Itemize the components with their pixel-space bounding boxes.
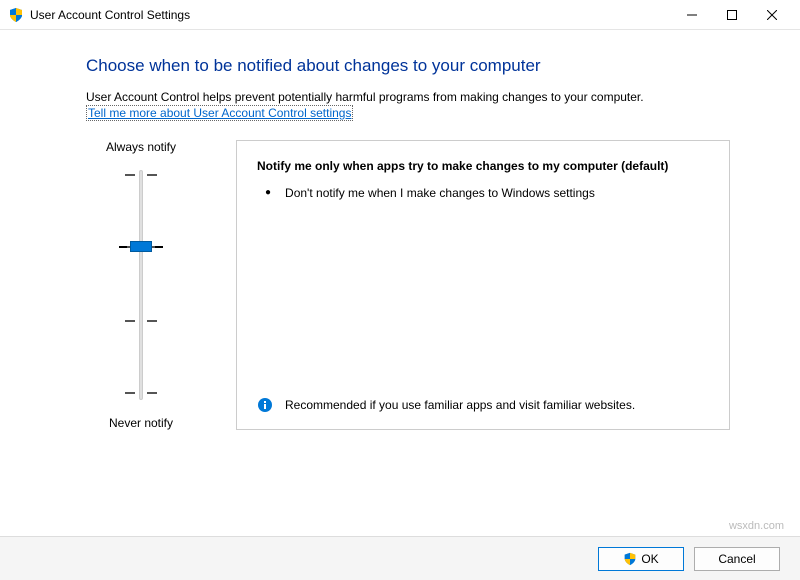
content-area: Choose when to be notified about changes…: [0, 30, 800, 430]
notification-slider: Always notify Never notify: [86, 140, 196, 430]
learn-more-link[interactable]: Tell me more about User Account Control …: [86, 105, 353, 121]
recommendation-text: Recommended if you use familiar apps and…: [285, 397, 635, 413]
description-text: User Account Control helps prevent poten…: [86, 90, 730, 104]
cancel-button[interactable]: Cancel: [694, 547, 780, 571]
window-title: User Account Control Settings: [30, 8, 672, 22]
info-panel: Notify me only when apps try to make cha…: [236, 140, 730, 430]
maximize-button[interactable]: [712, 1, 752, 29]
minimize-button[interactable]: [672, 1, 712, 29]
uac-shield-icon: [623, 552, 637, 566]
titlebar: User Account Control Settings: [0, 0, 800, 30]
ok-button-label: OK: [641, 552, 658, 566]
recommendation-row: Recommended if you use familiar apps and…: [257, 397, 709, 413]
uac-shield-icon: [8, 7, 24, 23]
slider-label-always: Always notify: [106, 140, 176, 154]
cancel-button-label: Cancel: [718, 552, 755, 566]
close-button[interactable]: [752, 1, 792, 29]
slider-track[interactable]: [121, 170, 161, 400]
slider-label-never: Never notify: [109, 416, 173, 430]
maximize-icon: [727, 10, 737, 20]
watermark: wsxdn.com: [729, 520, 784, 532]
bullet-icon: ●: [265, 185, 271, 201]
close-icon: [767, 10, 777, 20]
info-panel-title: Notify me only when apps try to make cha…: [257, 159, 709, 173]
info-icon: [257, 397, 273, 413]
bullet-text: Don't notify me when I make changes to W…: [285, 185, 595, 201]
page-heading: Choose when to be notified about changes…: [86, 56, 730, 76]
info-bullet: ● Don't notify me when I make changes to…: [265, 185, 709, 201]
minimize-icon: [687, 10, 697, 20]
footer: OK Cancel: [0, 536, 800, 580]
ok-button[interactable]: OK: [598, 547, 684, 571]
slider-thumb[interactable]: [130, 241, 152, 252]
